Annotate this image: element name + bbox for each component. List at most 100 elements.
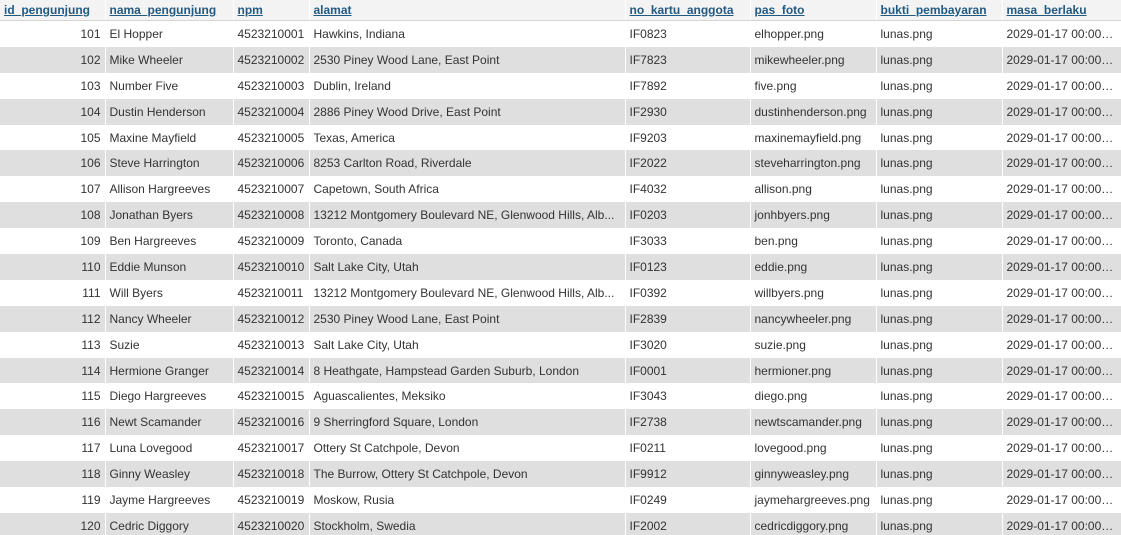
cell-bukti-pembayaran[interactable]: lunas.png [876,124,1003,151]
cell-npm[interactable]: 4523210009 [233,228,310,255]
cell-pas-foto[interactable]: willbyers.png [750,279,877,306]
cell-alamat[interactable]: Salt Lake City, Utah [309,254,626,280]
cell-bukti-pembayaran[interactable]: lunas.png [876,150,1003,177]
table-row[interactable]: 107 Allison Hargreeves 4523210007 Capetown,… [0,176,1121,203]
cell-masa-berlaku[interactable]: 2029-01-17 00:00:00 [1002,305,1121,332]
table-row[interactable]: 117 Luna Lovegood 4523210017 Ottery St Catc… [0,435,1121,462]
cell-npm[interactable]: 4523210012 [233,305,310,332]
cell-nama-pengunjung[interactable]: Ben Hargreeves [105,228,234,255]
cell-no-kartu-anggota[interactable]: IF2002 [625,512,751,535]
cell-pas-foto[interactable]: newtscamander.png [750,409,877,436]
cell-no-kartu-anggota[interactable]: IF0211 [625,435,751,462]
column-header-pas-foto[interactable]: pas_foto [750,0,877,21]
cell-no-kartu-anggota[interactable]: IF4032 [625,176,751,203]
table-row[interactable]: 114 Hermione Granger 4523210014 8 Heathgate… [0,357,1121,384]
cell-pas-foto[interactable]: suzie.png [750,331,877,358]
cell-bukti-pembayaran[interactable]: lunas.png [876,254,1003,280]
cell-bukti-pembayaran[interactable]: lunas.png [876,435,1003,462]
cell-npm[interactable]: 4523210014 [233,357,310,384]
column-header-no-kartu-anggota[interactable]: no_kartu_anggota [625,0,751,21]
cell-bukti-pembayaran[interactable]: lunas.png [876,487,1003,513]
cell-nama-pengunjung[interactable]: Suzie [105,331,234,358]
cell-bukti-pembayaran[interactable]: lunas.png [876,461,1003,488]
cell-alamat[interactable]: Dublin, Ireland [309,72,626,99]
cell-masa-berlaku[interactable]: 2029-01-17 00:00:00 [1002,254,1121,280]
cell-nama-pengunjung[interactable]: Newt Scamander [105,409,234,436]
cell-npm[interactable]: 4523210004 [233,98,310,125]
cell-masa-berlaku[interactable]: 2029-01-17 00:00:00 [1002,72,1121,99]
cell-masa-berlaku[interactable]: 2029-01-17 00:00:00 [1002,20,1121,47]
cell-npm[interactable]: 4523210002 [233,46,310,73]
cell-bukti-pembayaran[interactable]: lunas.png [876,305,1003,332]
cell-masa-berlaku[interactable]: 2029-01-17 00:00:00 [1002,202,1121,229]
cell-no-kartu-anggota[interactable]: IF2022 [625,150,751,177]
cell-id-pengunjung[interactable]: 110 [0,254,106,280]
table-row[interactable]: 109 Ben Hargreeves 4523210009 Toronto, Cana… [0,228,1121,255]
cell-alamat[interactable]: Texas, America [309,124,626,151]
cell-no-kartu-anggota[interactable]: IF0392 [625,279,751,306]
cell-masa-berlaku[interactable]: 2029-01-17 00:00:00 [1002,331,1121,358]
cell-id-pengunjung[interactable]: 119 [0,487,106,513]
cell-bukti-pembayaran[interactable]: lunas.png [876,20,1003,47]
cell-bukti-pembayaran[interactable]: lunas.png [876,98,1003,125]
cell-no-kartu-anggota[interactable]: IF3033 [625,228,751,255]
cell-pas-foto[interactable]: elhopper.png [750,20,877,47]
cell-id-pengunjung[interactable]: 116 [0,409,106,436]
cell-masa-berlaku[interactable]: 2029-01-17 00:00:00 [1002,409,1121,436]
cell-npm[interactable]: 4523210007 [233,176,310,203]
column-header-id-pengunjung[interactable]: id_pengunjung [0,0,106,21]
cell-masa-berlaku[interactable]: 2029-01-17 00:00:00 [1002,176,1121,203]
cell-id-pengunjung[interactable]: 112 [0,305,106,332]
cell-masa-berlaku[interactable]: 2029-01-17 00:00:00 [1002,461,1121,488]
cell-npm[interactable]: 4523210008 [233,202,310,229]
cell-masa-berlaku[interactable]: 2029-01-17 00:00:00 [1002,383,1121,410]
cell-bukti-pembayaran[interactable]: lunas.png [876,279,1003,306]
cell-masa-berlaku[interactable]: 2029-01-17 00:00:00 [1002,435,1121,462]
cell-pas-foto[interactable]: ben.png [750,228,877,255]
cell-pas-foto[interactable]: hermioner.png [750,357,877,384]
cell-id-pengunjung[interactable]: 118 [0,461,106,488]
cell-id-pengunjung[interactable]: 117 [0,435,106,462]
cell-alamat[interactable]: Stockholm, Swedia [309,512,626,535]
cell-id-pengunjung[interactable]: 108 [0,202,106,229]
cell-bukti-pembayaran[interactable]: lunas.png [876,176,1003,203]
cell-id-pengunjung[interactable]: 115 [0,383,106,410]
cell-no-kartu-anggota[interactable]: IF3020 [625,331,751,358]
cell-no-kartu-anggota[interactable]: IF2738 [625,409,751,436]
cell-masa-berlaku[interactable]: 2029-01-17 00:00:00 [1002,124,1121,151]
cell-npm[interactable]: 4523210005 [233,124,310,151]
cell-bukti-pembayaran[interactable]: lunas.png [876,512,1003,535]
cell-nama-pengunjung[interactable]: Luna Lovegood [105,435,234,462]
cell-id-pengunjung[interactable]: 102 [0,46,106,73]
cell-no-kartu-anggota[interactable]: IF0001 [625,357,751,384]
cell-masa-berlaku[interactable]: 2029-01-17 00:00:00 [1002,357,1121,384]
cell-alamat[interactable]: Moskow, Rusia [309,487,626,513]
table-row[interactable]: 106 Steve Harrington 4523210006 8253 Carlto… [0,150,1121,177]
cell-id-pengunjung[interactable]: 107 [0,176,106,203]
column-header-alamat[interactable]: alamat [309,0,626,21]
cell-no-kartu-anggota[interactable]: IF0203 [625,202,751,229]
cell-npm[interactable]: 4523210003 [233,72,310,99]
cell-no-kartu-anggota[interactable]: IF9203 [625,124,751,151]
cell-nama-pengunjung[interactable]: Number Five [105,72,234,99]
cell-id-pengunjung[interactable]: 101 [0,20,106,47]
cell-npm[interactable]: 4523210011 [233,279,310,306]
cell-alamat[interactable]: 2530 Piney Wood Lane, East Point [309,46,626,73]
table-row[interactable]: 119 Jayme Hargreeves 4523210019 Moskow, Rus… [0,487,1121,513]
table-row[interactable]: 103 Number Five 4523210003 Dublin, Ireland I… [0,72,1121,99]
cell-alamat[interactable]: 13212 Montgomery Boulevard NE, Glenwood … [309,202,626,229]
cell-alamat[interactable]: 8 Heathgate, Hampstead Garden Suburb, Lo… [309,357,626,384]
cell-nama-pengunjung[interactable]: Jonathan Byers [105,202,234,229]
cell-no-kartu-anggota[interactable]: IF0249 [625,487,751,513]
cell-no-kartu-anggota[interactable]: IF0823 [625,20,751,47]
table-row[interactable]: 110 Eddie Munson 4523210010 Salt Lake City,… [0,254,1121,280]
cell-npm[interactable]: 4523210020 [233,512,310,535]
cell-nama-pengunjung[interactable]: Allison Hargreeves [105,176,234,203]
cell-id-pengunjung[interactable]: 105 [0,124,106,151]
cell-pas-foto[interactable]: jonhbyers.png [750,202,877,229]
cell-alamat[interactable]: 9 Sherringford Square, London [309,409,626,436]
cell-no-kartu-anggota[interactable]: IF7823 [625,46,751,73]
cell-npm[interactable]: 4523210019 [233,487,310,513]
cell-id-pengunjung[interactable]: 106 [0,150,106,177]
cell-nama-pengunjung[interactable]: El Hopper [105,20,234,47]
